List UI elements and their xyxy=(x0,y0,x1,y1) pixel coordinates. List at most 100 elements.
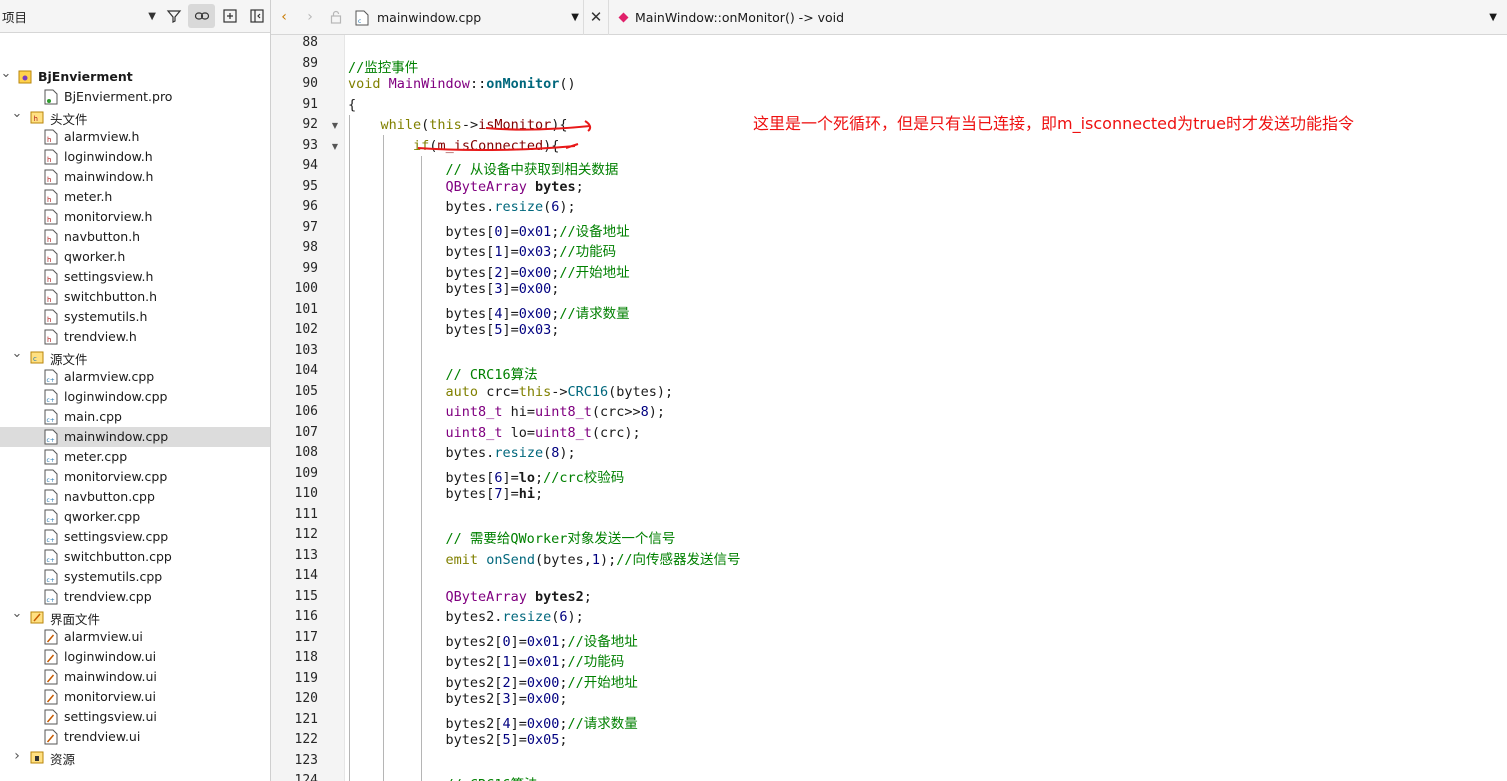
tree-item[interactable]: c+ trendview.cpp xyxy=(0,587,270,607)
code-editor[interactable]: //监控事件 void MainWindow::onMonitor(){ whil… xyxy=(345,35,1507,781)
code-line[interactable]: // CRC16算法 xyxy=(348,773,538,781)
svg-text:h: h xyxy=(47,276,51,284)
tree-item[interactable]: c+ main.cpp xyxy=(0,407,270,427)
open-file-selector[interactable]: c mainwindow.cpp ▼ xyxy=(349,0,583,35)
tree-item[interactable]: ⌄ c 源文件 xyxy=(0,346,270,368)
tree-item[interactable]: h systemutils.h xyxy=(0,307,270,327)
tree-item[interactable]: c+ mainwindow.cpp xyxy=(0,427,270,447)
tree-item[interactable]: h trendview.h xyxy=(0,327,270,347)
code-line[interactable]: QByteArray bytes2; xyxy=(348,589,592,605)
line-number: 105 xyxy=(294,383,318,399)
tree-item[interactable]: ⌄ 界面文件 xyxy=(0,606,270,628)
ui-file-icon xyxy=(44,689,58,705)
tree-item[interactable]: h settingsview.h xyxy=(0,267,270,287)
filter-button[interactable] xyxy=(160,0,187,33)
tree-item[interactable]: BjEnvierment.pro xyxy=(0,87,270,107)
tree-item[interactable]: c+ navbutton.cpp xyxy=(0,487,270,507)
project-view-selector[interactable]: 项目 ▼ xyxy=(0,0,160,32)
code-line[interactable]: while(this->isMonitor){ xyxy=(348,117,568,133)
code-line[interactable]: bytes[2]=0x00;//开始地址 xyxy=(348,261,630,281)
indent-guide xyxy=(421,155,422,781)
tree-item[interactable]: h mainwindow.h xyxy=(0,167,270,187)
code-line[interactable]: bytes2[5]=0x05; xyxy=(348,732,568,748)
project-toolbar: 项目 ▼ xyxy=(0,0,270,33)
tree-item[interactable]: c+ switchbutton.cpp xyxy=(0,547,270,567)
tree-item[interactable]: h loginwindow.h xyxy=(0,147,270,167)
tree-item[interactable]: h monitorview.h xyxy=(0,207,270,227)
svg-text:h: h xyxy=(47,136,51,144)
chevron-right-icon[interactable]: › xyxy=(11,746,23,766)
code-line[interactable]: uint8_t hi=uint8_t(crc>>8); xyxy=(348,404,666,420)
split-button[interactable] xyxy=(216,0,243,33)
line-number: 113 xyxy=(294,547,318,563)
indent-guide xyxy=(383,135,384,781)
code-line[interactable]: bytes[6]=lo;//crc校验码 xyxy=(348,466,625,486)
code-line[interactable]: bytes[0]=0x01;//设备地址 xyxy=(348,220,630,240)
svg-text:c+: c+ xyxy=(47,597,55,604)
code-line[interactable]: //监控事件 xyxy=(348,56,418,76)
go-back-button[interactable]: ‹ xyxy=(271,0,297,35)
tree-item-label: trendview.h xyxy=(64,329,137,344)
tree-item[interactable]: monitorview.ui xyxy=(0,687,270,707)
line-number: 107 xyxy=(294,424,318,440)
chevron-down-icon[interactable]: ⌄ xyxy=(11,343,23,363)
code-line[interactable]: // 需要给QWorker对象发送一个信号 xyxy=(348,527,676,547)
tree-item[interactable]: › 资源 xyxy=(0,747,270,767)
chevron-down-icon[interactable]: ⌄ xyxy=(0,63,12,83)
code-line[interactable]: emit onSend(bytes,1);//向传感器发送信号 xyxy=(348,548,741,568)
tree-item[interactable]: c+ qworker.cpp xyxy=(0,507,270,527)
tree-item[interactable]: c+ systemutils.cpp xyxy=(0,567,270,587)
tree-item[interactable]: loginwindow.ui xyxy=(0,647,270,667)
sync-link-button[interactable] xyxy=(188,4,215,28)
tree-item[interactable]: mainwindow.ui xyxy=(0,667,270,687)
tree-item[interactable]: c+ alarmview.cpp xyxy=(0,367,270,387)
close-sidebar-button[interactable] xyxy=(243,0,270,33)
code-line[interactable]: bytes[7]=hi; xyxy=(348,486,544,502)
tree-item[interactable]: alarmview.ui xyxy=(0,627,270,647)
tree-item[interactable]: c+ monitorview.cpp xyxy=(0,467,270,487)
code-line[interactable]: bytes[1]=0x03;//功能码 xyxy=(348,240,617,260)
code-line[interactable]: bytes2[0]=0x01;//设备地址 xyxy=(348,630,638,650)
code-line[interactable]: bytes[3]=0x00; xyxy=(348,281,560,297)
code-line[interactable]: bytes2[2]=0x00;//开始地址 xyxy=(348,671,638,691)
code-line[interactable]: bytes[4]=0x00;//请求数量 xyxy=(348,302,630,322)
fold-marker-icon[interactable]: ▼ xyxy=(332,142,338,151)
close-document-button[interactable]: ✕ xyxy=(583,0,609,35)
code-line[interactable]: // 从设备中获取到相关数据 xyxy=(348,158,619,178)
tree-item[interactable]: h switchbutton.h xyxy=(0,287,270,307)
code-line[interactable]: if(m_isConnected){ xyxy=(348,138,559,154)
tree-item[interactable]: ⌄ BjEnvierment xyxy=(0,66,270,87)
code-line[interactable]: { xyxy=(348,97,356,113)
code-line[interactable]: auto crc=this->CRC16(bytes); xyxy=(348,384,674,400)
chevron-down-icon[interactable]: ⌄ xyxy=(11,103,23,123)
tree-item[interactable]: h navbutton.h xyxy=(0,227,270,247)
code-line[interactable]: // CRC16算法 xyxy=(348,363,538,383)
code-line[interactable]: bytes2[4]=0x00;//请求数量 xyxy=(348,712,638,732)
code-line[interactable]: bytes[5]=0x03; xyxy=(348,322,560,338)
line-number: 103 xyxy=(294,342,318,358)
tree-item[interactable]: trendview.ui xyxy=(0,727,270,747)
header-file-icon: h xyxy=(44,289,58,305)
header-file-icon: h xyxy=(44,169,58,185)
tree-item[interactable]: settingsview.ui xyxy=(0,707,270,727)
fold-marker-icon[interactable]: ▼ xyxy=(332,121,338,130)
code-line[interactable]: void MainWindow::onMonitor() xyxy=(348,76,576,92)
tree-item[interactable]: c+ meter.cpp xyxy=(0,447,270,467)
tree-item[interactable]: h alarmview.h xyxy=(0,127,270,147)
tree-item[interactable]: ⌄ h 头文件 xyxy=(0,106,270,128)
tree-item[interactable]: c+ settingsview.cpp xyxy=(0,527,270,547)
go-forward-button[interactable]: › xyxy=(297,0,323,35)
tree-item[interactable]: h meter.h xyxy=(0,187,270,207)
tree-item[interactable]: h qworker.h xyxy=(0,247,270,267)
tree-item-label: alarmview.cpp xyxy=(64,369,155,384)
code-line[interactable]: bytes2[3]=0x00; xyxy=(348,691,568,707)
line-number: 111 xyxy=(294,506,318,522)
lock-button[interactable] xyxy=(323,0,349,35)
symbol-selector[interactable]: MainWindow::onMonitor() -> void ▼ xyxy=(609,0,1507,35)
code-line[interactable]: bytes2[1]=0x01;//功能码 xyxy=(348,650,625,670)
chevron-down-icon[interactable]: ⌄ xyxy=(11,603,23,623)
tree-item[interactable]: c+ loginwindow.cpp xyxy=(0,387,270,407)
tree-item-label: 源文件 xyxy=(50,352,88,367)
tree-item-label: BjEnvierment xyxy=(38,69,133,84)
code-line[interactable]: uint8_t lo=uint8_t(crc); xyxy=(348,425,641,441)
